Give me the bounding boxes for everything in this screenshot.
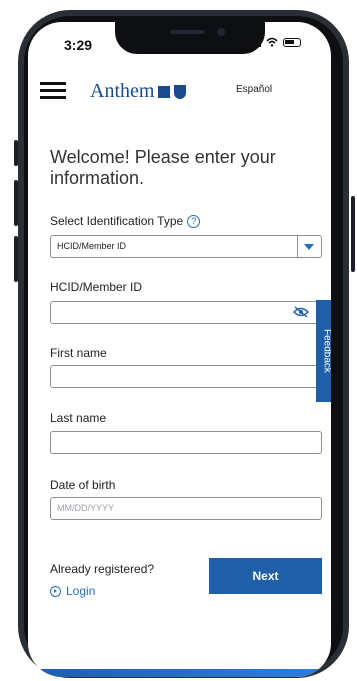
id-type-label: Select Identification Type [50, 214, 184, 228]
last-name-input[interactable] [50, 431, 322, 454]
already-registered-text: Already registered? [50, 562, 155, 576]
id-type-label-row: Select Identification Type? [50, 214, 201, 229]
dob-input[interactable]: MM/DD/YYYY [50, 497, 322, 520]
battery-icon [283, 37, 301, 47]
language-link[interactable]: Español [236, 84, 272, 95]
chevron-down-icon[interactable] [297, 236, 321, 257]
brand-name: Anthem [90, 80, 155, 102]
id-type-selected-value: HCID/Member ID [57, 241, 127, 251]
help-icon[interactable]: ? [187, 215, 201, 229]
anthem-logo[interactable]: Anthem [90, 80, 187, 103]
status-time: 3:29 [64, 37, 93, 53]
speaker-icon [170, 30, 204, 34]
wifi-icon [266, 37, 278, 47]
menu-icon[interactable] [40, 82, 66, 99]
bottom-accent-bar [28, 669, 331, 677]
side-button-mute [14, 140, 18, 166]
phone-screen: 3:29 Anthem Español Welcome! Please ente… [28, 22, 331, 677]
arrow-circle-right-icon [50, 585, 61, 597]
blue-shield-icon [174, 84, 187, 99]
feedback-tab[interactable]: Feedback [316, 300, 331, 402]
side-button-volume-down [14, 236, 18, 282]
camera-icon [217, 28, 225, 36]
member-id-input[interactable] [50, 301, 322, 324]
member-id-label: HCID/Member ID [50, 280, 143, 294]
notch [115, 22, 265, 54]
login-label: Login [66, 584, 96, 598]
signal-icon [246, 37, 261, 47]
dob-placeholder: MM/DD/YYYY [57, 503, 115, 513]
eye-slash-icon[interactable] [293, 306, 309, 318]
last-name-label: Last name [50, 411, 107, 425]
login-link[interactable]: Login [50, 584, 95, 598]
dob-label: Date of birth [50, 478, 116, 492]
next-button[interactable]: Next [209, 558, 322, 594]
first-name-input[interactable] [50, 365, 322, 388]
side-button-volume-up [14, 180, 18, 226]
page-title: Welcome! Please enter your information. [50, 147, 276, 188]
side-button-power [351, 196, 355, 272]
id-type-select[interactable]: HCID/Member ID [50, 235, 322, 258]
status-icons [246, 37, 301, 47]
blue-cross-icon [158, 85, 171, 98]
first-name-label: First name [50, 346, 107, 360]
